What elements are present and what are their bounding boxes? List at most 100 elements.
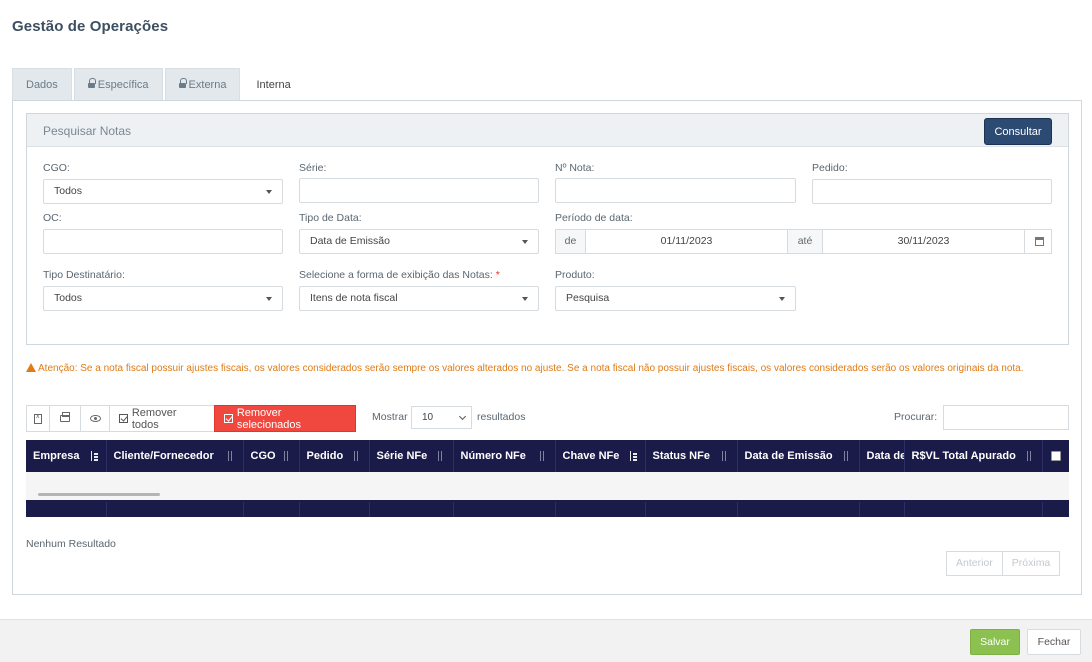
produto-select[interactable]: Pesquisa xyxy=(555,286,796,311)
consult-button[interactable]: Consultar xyxy=(984,118,1052,145)
modal-title: Gestão de Operações xyxy=(12,18,169,35)
tab-bar: Dados Específica Externa Interna xyxy=(12,68,307,101)
table-search-input[interactable] xyxy=(943,405,1069,430)
calendar-button[interactable] xyxy=(1024,229,1052,254)
remove-all-label: Remover todos xyxy=(131,406,177,431)
date-start-input[interactable]: 01/11/2023 xyxy=(585,229,788,254)
search-panel-header: Pesquisar Notas Consultar xyxy=(27,114,1068,147)
print-icon xyxy=(60,412,70,422)
produto-label: Produto: xyxy=(555,269,595,281)
periodo-label: Período de data: xyxy=(555,212,633,224)
col-vl-total-apurado[interactable]: R$VL Total Apurado xyxy=(904,440,1043,472)
nota-label: Nº Nota: xyxy=(555,162,595,174)
next-page-button[interactable]: Próxima xyxy=(1001,551,1061,576)
tab-label: Externa xyxy=(188,78,227,91)
col-serie-nfe[interactable]: Série NFe xyxy=(369,440,454,472)
col-label: R$VL Total Apurado xyxy=(911,450,1016,462)
save-button[interactable]: Salvar xyxy=(970,629,1020,655)
tipo-destinatario-label: Tipo Destinatário: xyxy=(43,269,125,281)
table-footer-row xyxy=(26,502,1069,517)
nota-input[interactable] xyxy=(555,178,796,203)
excel-icon xyxy=(34,413,42,424)
col-empresa[interactable]: Empresa xyxy=(26,440,107,472)
lock-icon xyxy=(87,77,96,89)
table-toolbar: Remover todos Remover selecionados xyxy=(26,405,356,432)
remove-all-button[interactable]: Remover todos xyxy=(109,405,215,432)
tab-label: Específica xyxy=(97,78,149,91)
sort-icon xyxy=(629,451,638,461)
sort-icon xyxy=(353,451,362,461)
eye-icon xyxy=(89,415,101,422)
close-button[interactable]: Fechar xyxy=(1027,629,1081,655)
col-cgo[interactable]: CGO xyxy=(243,440,300,472)
col-pedido[interactable]: Pedido xyxy=(299,440,370,472)
oc-input[interactable] xyxy=(43,229,283,254)
col-cliente-fornecedor[interactable]: Cliente/Fornecedor xyxy=(106,440,244,472)
cgo-select[interactable]: Todos xyxy=(43,179,283,204)
sort-icon xyxy=(1026,451,1035,461)
notes-table: Empresa Cliente/Fornecedor CGO Pedido Sé… xyxy=(26,440,1069,524)
sort-icon xyxy=(227,451,236,461)
col-data-emissao[interactable]: Data de Emissão xyxy=(737,440,860,472)
date-range-group: de 01/11/2023 até 30/11/2023 xyxy=(555,229,1052,254)
lock-icon xyxy=(178,77,187,89)
col-label: CGO xyxy=(250,450,276,462)
sort-icon xyxy=(843,451,852,461)
pedido-input[interactable] xyxy=(812,179,1052,204)
forma-exibicao-select[interactable]: Itens de nota fiscal xyxy=(299,286,539,311)
search-label: Procurar: xyxy=(894,411,938,423)
col-label: Pedido xyxy=(306,450,344,462)
tab-label: Dados xyxy=(26,78,58,91)
search-notes-panel: Pesquisar Notas Consultar CGO: Todos Sér… xyxy=(26,113,1069,345)
date-from-addon: de xyxy=(555,229,586,254)
required-marker: * xyxy=(495,269,500,281)
col-data-de[interactable]: Data de xyxy=(859,440,905,472)
select-all-checkbox[interactable] xyxy=(1050,451,1061,461)
view-button[interactable] xyxy=(80,405,110,432)
tab-interna[interactable]: Interna xyxy=(242,68,305,101)
prev-page-button[interactable]: Anterior xyxy=(946,551,1003,576)
pagination: Anterior Próxima xyxy=(946,551,1061,576)
tab-externa[interactable]: Externa xyxy=(164,68,241,101)
fiscal-adjust-warning: Atenção: Se a nota fiscal possuir ajuste… xyxy=(26,361,1066,376)
page-length-select[interactable]: 10 xyxy=(411,406,472,429)
col-status-nfe[interactable]: Status NFe xyxy=(645,440,738,472)
tipo-data-label: Tipo de Data: xyxy=(299,212,362,224)
pedido-label: Pedido: xyxy=(812,162,848,174)
table-scroll-area[interactable] xyxy=(26,472,1069,502)
check-square-icon xyxy=(224,414,233,423)
forma-exibicao-label: Selecione a forma de exibição das Notas:… xyxy=(299,269,500,281)
empty-result-text: Nenhum Resultado xyxy=(26,538,116,550)
export-excel-button[interactable] xyxy=(26,405,50,432)
col-numero-nfe[interactable]: Número NFe xyxy=(453,440,556,472)
date-end-input[interactable]: 30/11/2023 xyxy=(822,229,1025,254)
warning-text: Atenção: Se a nota fiscal possuir ajuste… xyxy=(38,363,1024,374)
tab-panel-interna: Pesquisar Notas Consultar CGO: Todos Sér… xyxy=(12,100,1082,595)
show-label: Mostrar xyxy=(372,411,408,423)
col-label: Série NFe xyxy=(376,450,428,462)
oc-label: OC: xyxy=(43,212,62,224)
tab-dados[interactable]: Dados xyxy=(12,68,72,101)
cgo-label: CGO: xyxy=(43,162,70,174)
results-label: resultados xyxy=(477,411,526,423)
remove-selected-button[interactable]: Remover selecionados xyxy=(214,405,356,432)
tab-label: Interna xyxy=(256,78,291,91)
modal-footer: Salvar Fechar xyxy=(0,619,1092,662)
serie-label: Série: xyxy=(299,162,327,174)
date-to-addon: até xyxy=(787,229,823,254)
col-label: Número NFe xyxy=(460,450,526,462)
tipo-destinatario-select[interactable]: Todos xyxy=(43,286,283,311)
print-button[interactable] xyxy=(49,405,81,432)
tipo-data-select[interactable]: Data de Emissão xyxy=(299,229,539,254)
col-label: Cliente/Fornecedor xyxy=(113,450,214,462)
serie-input[interactable] xyxy=(299,178,539,203)
check-square-icon xyxy=(119,414,128,423)
col-label: Empresa xyxy=(33,450,80,462)
col-label: Chave NFe xyxy=(562,450,620,462)
col-label: Data de Emissão xyxy=(744,450,833,462)
sort-icon xyxy=(437,451,446,461)
tab-especifica[interactable]: Específica xyxy=(73,68,163,101)
col-label: Status NFe xyxy=(652,450,710,462)
col-chave-nfe[interactable]: Chave NFe xyxy=(555,440,646,472)
horizontal-scrollbar[interactable] xyxy=(38,493,160,496)
